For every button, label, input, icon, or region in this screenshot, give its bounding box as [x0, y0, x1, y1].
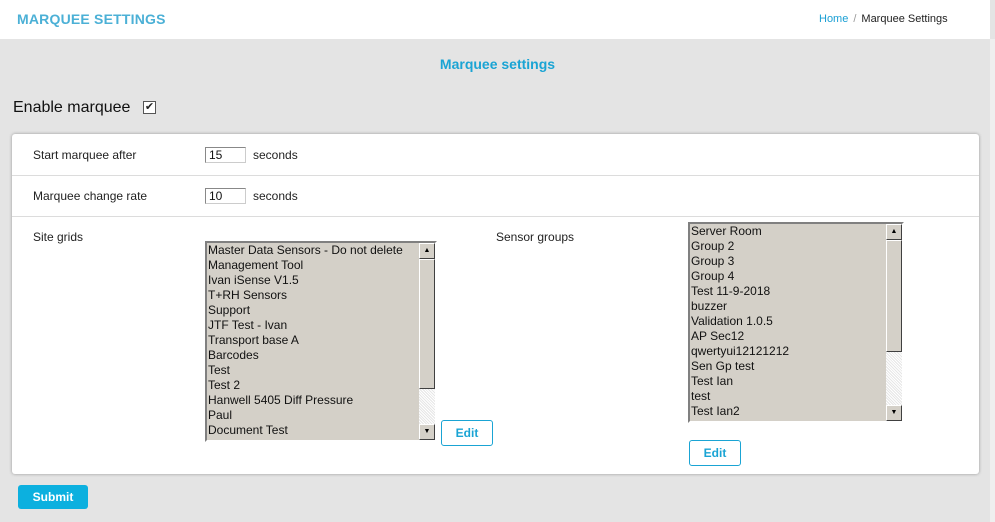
check-icon: ✔: [144, 101, 155, 113]
enable-marquee-checkbox[interactable]: ✔: [143, 101, 156, 114]
list-option[interactable]: Test: [207, 363, 435, 378]
list-option[interactable]: Master Data Sensors - Do not delete: [207, 243, 435, 258]
breadcrumb: Home / Marquee Settings: [819, 13, 948, 25]
list-option[interactable]: Group 2: [690, 239, 902, 254]
list-option[interactable]: Group 3: [690, 254, 902, 269]
settings-panel: Start marquee after seconds Marquee chan…: [12, 134, 979, 474]
list-option[interactable]: JTF Test - Ivan: [207, 318, 435, 333]
change-rate-row: Marquee change rate seconds: [12, 175, 979, 217]
list-option[interactable]: Group 4: [690, 269, 902, 284]
list-option[interactable]: Test Ian2: [690, 404, 902, 419]
list-option[interactable]: Test Ian: [690, 374, 902, 389]
scroll-down-icon[interactable]: ▼: [886, 405, 902, 421]
change-rate-unit: seconds: [253, 189, 298, 203]
scroll-up-icon[interactable]: ▲: [419, 243, 435, 259]
list-option[interactable]: Barcodes: [207, 348, 435, 363]
sensor-groups-edit-button[interactable]: Edit: [689, 440, 741, 466]
scroll-thumb[interactable]: [419, 259, 435, 389]
list-option[interactable]: qwertyui12121212: [690, 344, 902, 359]
list-option[interactable]: Sen Gp test: [690, 359, 902, 374]
sensor-groups-label: Sensor groups: [496, 230, 575, 244]
start-after-input[interactable]: [205, 147, 246, 163]
list-option[interactable]: T+RH Sensors: [207, 288, 435, 303]
start-after-row: Start marquee after seconds: [12, 134, 979, 176]
list-option[interactable]: Server Room: [690, 224, 902, 239]
submit-button[interactable]: Submit: [18, 485, 88, 509]
list-option[interactable]: AP Sec12: [690, 329, 902, 344]
site-grids-edit-button[interactable]: Edit: [441, 420, 493, 446]
change-rate-label: Marquee change rate: [33, 189, 148, 203]
list-option[interactable]: Support: [207, 303, 435, 318]
top-bar: MARQUEE SETTINGS Home / Marquee Settings: [0, 0, 990, 39]
list-option[interactable]: Management Tool: [207, 258, 435, 273]
site-grids-scrollbar[interactable]: ▲ ▼: [419, 243, 435, 440]
enable-marquee-label: Enable marquee: [13, 99, 131, 116]
page-title: MARQUEE SETTINGS: [17, 11, 166, 27]
section-title: Marquee settings: [439, 56, 556, 72]
breadcrumb-home-link[interactable]: Home: [819, 13, 848, 25]
list-option[interactable]: test: [690, 389, 902, 404]
start-after-label: Start marquee after: [33, 148, 137, 162]
list-option[interactable]: Paul: [207, 408, 435, 423]
list-option[interactable]: Transport base A: [207, 333, 435, 348]
site-grids-label: Site grids: [33, 230, 84, 244]
sensor-groups-listbox[interactable]: Server Room Group 2 Group 3 Group 4 Test 11-…: [688, 222, 904, 423]
breadcrumb-current: Marquee Settings: [861, 13, 948, 25]
scroll-up-icon[interactable]: ▲: [886, 224, 902, 240]
scroll-down-icon[interactable]: ▼: [419, 424, 435, 440]
change-rate-input[interactable]: [205, 188, 246, 204]
sensor-groups-scrollbar[interactable]: ▲ ▼: [886, 224, 902, 421]
list-option[interactable]: Test 2: [207, 378, 435, 393]
list-option[interactable]: Validation 1.0.5: [690, 314, 902, 329]
list-option[interactable]: buzzer: [690, 299, 902, 314]
scroll-thumb[interactable]: [886, 240, 902, 352]
list-option[interactable]: Ivan iSense V1.5: [207, 273, 435, 288]
list-option[interactable]: Test 11-9-2018: [690, 284, 902, 299]
list-option[interactable]: Document Test: [207, 423, 435, 438]
start-after-unit: seconds: [253, 148, 298, 162]
site-grids-listbox[interactable]: Master Data Sensors - Do not delete Manag…: [205, 241, 437, 442]
page-scrollbar-edge: [990, 39, 995, 522]
list-option[interactable]: Hanwell 5405 Diff Pressure: [207, 393, 435, 408]
breadcrumb-separator: /: [853, 13, 857, 25]
